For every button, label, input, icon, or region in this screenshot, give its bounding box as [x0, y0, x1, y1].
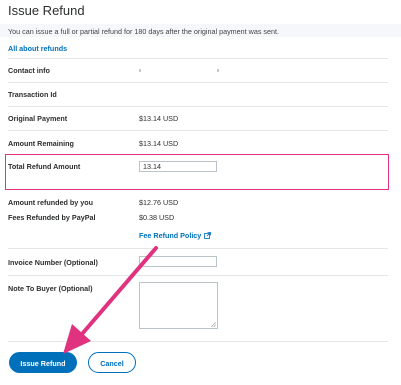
- divider: [8, 248, 388, 249]
- original-payment-label: Original Payment: [8, 114, 68, 123]
- divider: [8, 341, 388, 342]
- fees-refunded-label: Fees Refunded by PayPal: [8, 213, 96, 222]
- external-link-icon: [204, 232, 212, 239]
- amount-remaining-value: $13.14 USD: [139, 139, 179, 148]
- invoice-number-label: Invoice Number (Optional): [8, 258, 98, 267]
- total-refund-highlight-box: [5, 154, 389, 190]
- divider: [8, 130, 388, 131]
- resize-handle-icon[interactable]: [211, 322, 216, 327]
- divider: [8, 82, 388, 83]
- fee-refund-policy-label: Fee Refund Policy: [139, 231, 202, 240]
- contact-info-masked-value: [139, 69, 141, 72]
- cancel-button[interactable]: Cancel: [88, 352, 136, 373]
- note-to-buyer-label: Note To Buyer (Optional): [8, 284, 93, 293]
- amount-remaining-label: Amount Remaining: [8, 139, 74, 148]
- total-refund-amount-input[interactable]: 13.14: [139, 161, 217, 172]
- issue-refund-button[interactable]: Issue Refund: [9, 352, 77, 373]
- amount-refunded-label: Amount refunded by you: [8, 198, 94, 207]
- divider: [8, 58, 388, 59]
- fees-refunded-value: $0.38 USD: [139, 213, 175, 222]
- transaction-id-label: Transaction Id: [8, 90, 57, 99]
- amount-refunded-value: $12.76 USD: [139, 198, 179, 207]
- fee-refund-policy-link[interactable]: Fee Refund Policy: [139, 231, 212, 240]
- refund-info-text: You can issue a full or partial refund f…: [8, 27, 280, 36]
- invoice-number-input[interactable]: [139, 256, 217, 267]
- divider: [8, 106, 388, 107]
- contact-info-label: Contact info: [8, 66, 50, 75]
- total-refund-amount-label: Total Refund Amount: [8, 162, 81, 171]
- original-payment-value: $13.14 USD: [139, 114, 179, 123]
- page-title: Issue Refund: [8, 3, 85, 18]
- divider: [8, 275, 388, 276]
- note-to-buyer-textarea[interactable]: [139, 282, 218, 329]
- all-about-refunds-link[interactable]: All about refunds: [8, 44, 67, 53]
- contact-info-masked-value: [217, 69, 219, 72]
